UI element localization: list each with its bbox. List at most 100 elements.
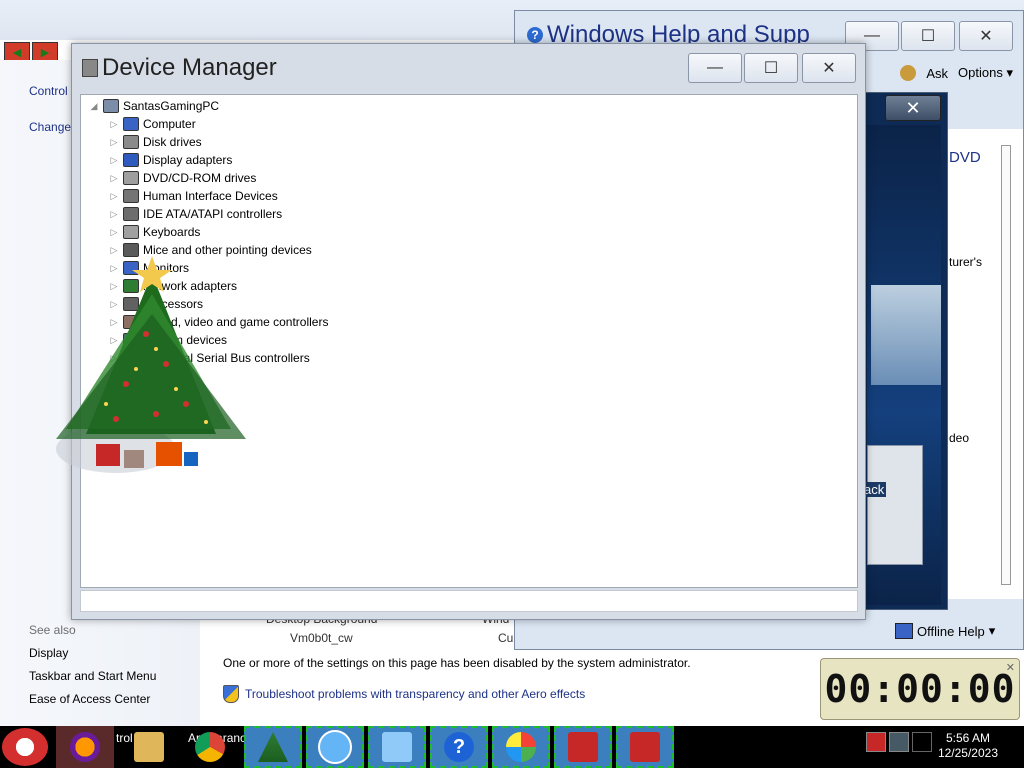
expand-arrow-icon[interactable]: ▷ — [109, 173, 119, 184]
sidebar-link-control[interactable]: Control — [29, 84, 68, 98]
device-manager-title: Device Manager — [82, 54, 277, 82]
device-category-label[interactable]: DVD/CD-ROM drives — [143, 171, 256, 185]
device-category[interactable]: ▷ Keyboards — [109, 223, 200, 241]
device-category-icon — [123, 189, 139, 203]
device-category-icon — [123, 225, 139, 239]
expand-arrow-icon[interactable]: ▷ — [109, 137, 119, 148]
device-category-label[interactable]: Sound, video and game controllers — [143, 315, 328, 329]
ask-button[interactable]: Ask — [926, 66, 948, 81]
taskbar-toolbox-1[interactable] — [554, 726, 612, 768]
forward-button[interactable]: ▶ — [32, 42, 58, 62]
clock-gadget[interactable]: ✕ 00:00:00 — [820, 658, 1020, 720]
taskbar-help[interactable]: ? — [430, 726, 488, 768]
device-category[interactable]: ▷ Disk drives — [109, 133, 202, 151]
computer-icon — [895, 623, 913, 639]
taskbar-control-panel[interactable] — [368, 726, 426, 768]
device-category-label[interactable]: Monitors — [143, 261, 189, 275]
device-category-label[interactable]: Network adapters — [143, 279, 237, 293]
device-category[interactable]: ▷ Network adapters — [109, 277, 237, 295]
device-category[interactable]: ▷ Human Interface Devices — [109, 187, 278, 205]
device-category-label[interactable]: Mice and other pointing devices — [143, 243, 312, 257]
device-category-icon — [123, 279, 139, 293]
help-fragment-dvd[interactable]: DVD — [949, 149, 981, 166]
see-also-taskbar-link[interactable]: Taskbar and Start Menu — [29, 669, 156, 683]
see-also-ease-link[interactable]: Ease of Access Center — [29, 692, 150, 706]
windows-logo-icon — [506, 732, 536, 762]
expand-arrow-icon[interactable]: ▷ — [109, 191, 119, 202]
toolbox-icon — [630, 732, 660, 762]
collapse-arrow-icon[interactable]: ◢ — [89, 101, 99, 112]
troubleshoot-link[interactable]: Troubleshoot problems with transparency … — [223, 685, 585, 703]
device-category-label[interactable]: IDE ATA/ATAPI controllers — [143, 207, 282, 221]
sidebar-link-change[interactable]: Change — [29, 120, 71, 134]
device-category-label[interactable]: Keyboards — [143, 225, 200, 239]
dm-minimize-button[interactable]: — — [688, 53, 742, 83]
device-category-icon — [123, 117, 139, 131]
device-category[interactable]: ▷ System devices — [109, 331, 227, 349]
device-category-label[interactable]: Computer — [143, 117, 196, 131]
see-also-display-link[interactable]: Display — [29, 646, 68, 660]
device-category-icon — [123, 315, 139, 329]
toolbox-icon — [568, 732, 598, 762]
taskbar-firefox[interactable] — [56, 726, 114, 768]
expand-arrow-icon[interactable]: ▷ — [109, 353, 119, 364]
tree-root[interactable]: ◢ SantasGamingPC — [89, 97, 219, 115]
device-category-label[interactable]: Display adapters — [143, 153, 232, 167]
start-button[interactable] — [2, 728, 48, 766]
expand-arrow-icon[interactable]: ▷ — [109, 317, 119, 328]
device-category-label[interactable]: Universal Serial Bus controllers — [143, 351, 310, 365]
device-category[interactable]: ▷ Universal Serial Bus controllers — [109, 349, 310, 367]
device-category[interactable]: ▷ Computer — [109, 115, 196, 133]
device-category-label[interactable]: Disk drives — [143, 135, 202, 149]
troubleshoot-label[interactable]: Troubleshoot problems with transparency … — [245, 687, 585, 701]
expand-arrow-icon[interactable]: ▷ — [109, 245, 119, 256]
device-category[interactable]: ▷ Display adapters — [109, 151, 232, 169]
tray-volume-icon[interactable] — [912, 732, 932, 752]
expand-arrow-icon[interactable]: ▷ — [109, 155, 119, 166]
firefox-icon — [70, 732, 100, 762]
taskbar-date: 12/25/2023 — [937, 746, 998, 760]
device-category[interactable]: ▷ DVD/CD-ROM drives — [109, 169, 256, 187]
tray-action-center-icon[interactable] — [866, 732, 886, 752]
chrome-icon — [195, 732, 225, 762]
taskbar-messenger[interactable] — [306, 726, 364, 768]
dm-close-button[interactable]: ✕ — [802, 53, 856, 83]
offline-help-button[interactable]: Offline Help ▾ — [895, 623, 995, 639]
device-category[interactable]: ▷ Processors — [109, 295, 203, 313]
expand-arrow-icon[interactable]: ▷ — [109, 119, 119, 130]
help-fragment-manufacturers: turer's — [949, 255, 982, 269]
help-close-button[interactable]: ✕ — [959, 21, 1013, 51]
taskbar-clock[interactable]: 5:56 AM 12/25/2023 — [938, 731, 998, 761]
expand-arrow-icon[interactable]: ▷ — [109, 299, 119, 310]
media-close-button[interactable]: ✕ — [885, 95, 941, 121]
tree-root-label[interactable]: SantasGamingPC — [123, 99, 219, 113]
back-button[interactable]: ◀ — [4, 42, 30, 62]
help-maximize-button[interactable]: ☐ — [901, 21, 955, 51]
expand-arrow-icon[interactable]: ▷ — [109, 281, 119, 292]
expand-arrow-icon[interactable]: ▷ — [109, 335, 119, 346]
device-manager-window: Device Manager — ☐ ✕ ◢ SantasGamingPC ▷ C… — [71, 43, 866, 620]
taskbar-explorer[interactable] — [124, 726, 174, 768]
help-scrollbar[interactable] — [1001, 145, 1011, 585]
taskbar-tree-app[interactable] — [244, 726, 302, 768]
device-category-label[interactable]: System devices — [143, 333, 227, 347]
clock-close-icon[interactable]: ✕ — [1006, 661, 1015, 674]
taskbar-chrome[interactable] — [184, 726, 236, 768]
tray-network-icon[interactable] — [889, 732, 909, 752]
dm-maximize-button[interactable]: ☐ — [744, 53, 798, 83]
expand-arrow-icon[interactable]: ▷ — [109, 263, 119, 274]
options-button[interactable]: Options ▾ — [958, 65, 1013, 81]
device-manager-icon — [82, 59, 98, 77]
taskbar-media-center[interactable] — [492, 726, 550, 768]
taskbar-toolbox-2[interactable] — [616, 726, 674, 768]
device-category[interactable]: ▷ Mice and other pointing devices — [109, 241, 312, 259]
expand-arrow-icon[interactable]: ▷ — [109, 227, 119, 238]
expand-arrow-icon[interactable]: ▷ — [109, 209, 119, 220]
device-category-icon — [123, 261, 139, 275]
device-category-label[interactable]: Processors — [143, 297, 203, 311]
device-category[interactable]: ▷ IDE ATA/ATAPI controllers — [109, 205, 282, 223]
device-category[interactable]: ▷ Monitors — [109, 259, 189, 277]
device-category-label[interactable]: Human Interface Devices — [143, 189, 278, 203]
device-category[interactable]: ▷ Sound, video and game controllers — [109, 313, 328, 331]
computer-icon — [103, 99, 119, 113]
